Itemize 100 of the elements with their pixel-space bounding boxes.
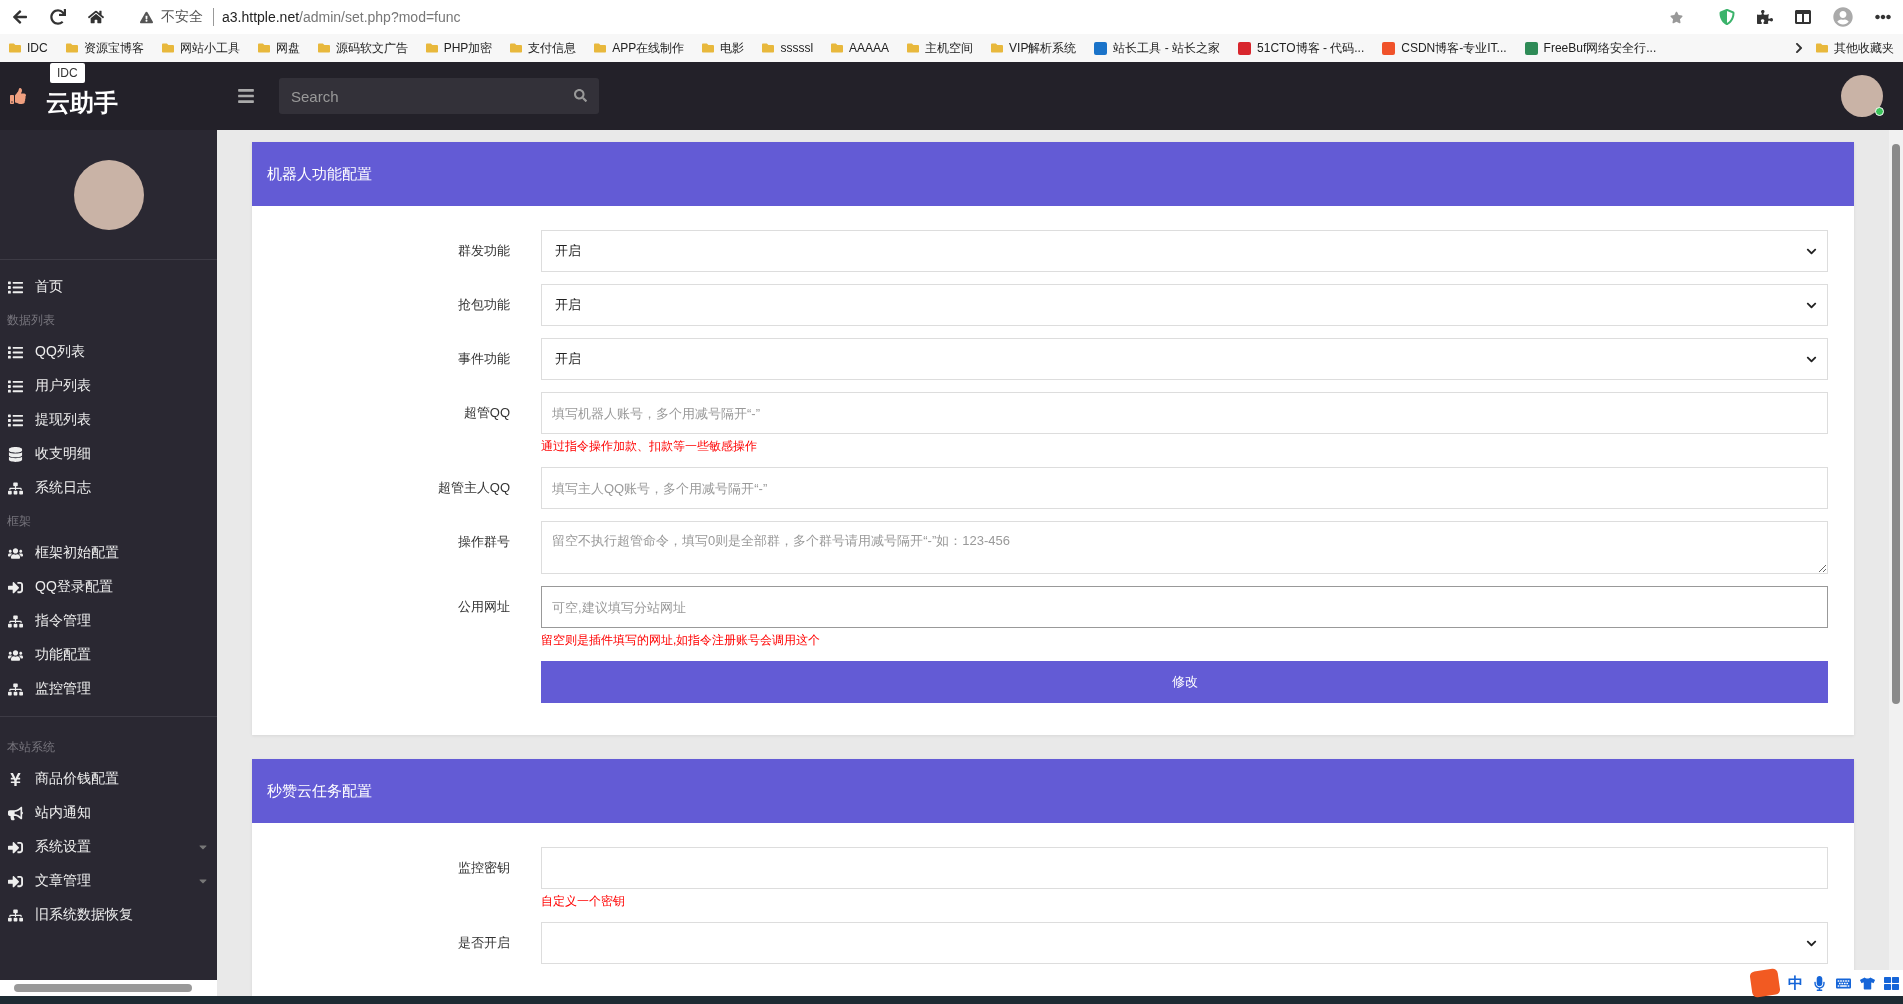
sidebar-item[interactable]: 商品价钱配置 bbox=[0, 762, 217, 796]
select-field[interactable]: 开启 bbox=[541, 230, 1828, 272]
sidebar-item[interactable]: 旧系统数据恢复 bbox=[0, 898, 217, 932]
sidebar-item[interactable]: 框架初始配置 bbox=[0, 536, 217, 570]
scrollbar[interactable] bbox=[1892, 144, 1900, 704]
bookmark[interactable]: IDC bbox=[2, 38, 55, 58]
folder-icon bbox=[257, 42, 270, 54]
chevron-icon[interactable] bbox=[1793, 42, 1805, 54]
shield-icon[interactable] bbox=[1719, 9, 1735, 25]
hint-text: 自定义一个密钥 bbox=[541, 893, 626, 910]
bookmark[interactable]: 支付信息 bbox=[503, 36, 584, 60]
field-label: 超管主人QQ bbox=[436, 479, 510, 497]
bookmark[interactable]: FreeBuf网络安全行... bbox=[1517, 36, 1664, 60]
folder-icon bbox=[991, 42, 1004, 54]
field-label: 监控密钥 bbox=[457, 859, 510, 877]
sidebar-item[interactable]: 首页 bbox=[0, 270, 217, 304]
list-icon bbox=[8, 279, 23, 295]
database-icon bbox=[8, 446, 23, 462]
folder-icon bbox=[425, 42, 438, 54]
select-field[interactable]: 开启 bbox=[541, 284, 1828, 326]
sidebar-item[interactable]: 监控管理 bbox=[0, 672, 217, 706]
bookmark[interactable]: 主机空间 bbox=[900, 36, 981, 60]
submit-button[interactable]: 修改 bbox=[541, 661, 1828, 703]
sitemap-icon bbox=[8, 480, 23, 496]
folder-icon bbox=[831, 42, 844, 54]
folder-icon bbox=[9, 42, 21, 54]
section-title: 本站系统 bbox=[6, 739, 56, 756]
sidebar-item[interactable]: 提现列表 bbox=[0, 403, 217, 437]
folder-icon bbox=[1816, 42, 1828, 54]
bookmark[interactable]: APP在线制作 bbox=[587, 36, 692, 60]
back-icon[interactable] bbox=[12, 9, 28, 25]
input-field[interactable]: 可空,建议填写分站网址 bbox=[541, 586, 1828, 628]
bookmark[interactable]: 源码软文广告 bbox=[310, 36, 415, 60]
bookmark[interactable]: CSDN博客-专业IT... bbox=[1375, 36, 1514, 60]
hint-text: 通过指令操作加款、扣款等一些敏感操作 bbox=[541, 438, 758, 455]
list-icon bbox=[8, 378, 23, 394]
bookmark[interactable]: 51CTO博客 - 代码... bbox=[1231, 36, 1372, 60]
sign-in-icon bbox=[8, 579, 23, 595]
sidebar-item[interactable]: 功能配置 bbox=[0, 638, 217, 672]
bookmark[interactable]: 网站小工具 bbox=[154, 36, 247, 60]
folder-icon bbox=[317, 42, 330, 54]
hint-text: 留空则是插件填写的网址,如指令注册账号会调用这个 bbox=[541, 632, 822, 649]
section-title: 数据列表 bbox=[6, 312, 56, 329]
folder-icon bbox=[702, 42, 715, 54]
microphone-icon[interactable] bbox=[1812, 975, 1827, 991]
sidebar-item[interactable]: 系统日志 bbox=[0, 471, 217, 505]
logo-text: 云助手 bbox=[46, 88, 118, 118]
bookmark[interactable]: sssssl bbox=[755, 38, 821, 58]
users-icon bbox=[8, 545, 23, 561]
grid-icon[interactable] bbox=[1884, 975, 1899, 991]
warning-icon bbox=[140, 10, 153, 24]
field-label: 群发功能 bbox=[457, 242, 510, 260]
sidebar-item[interactable]: QQ登录配置 bbox=[0, 570, 217, 604]
sidebar-item[interactable]: 站内通知 bbox=[0, 796, 217, 830]
search-field[interactable]: Search bbox=[279, 78, 599, 114]
shirt-icon[interactable] bbox=[1860, 975, 1875, 991]
field-label: 超管QQ bbox=[462, 404, 510, 422]
bookmark[interactable]: PHP加密 bbox=[418, 36, 500, 60]
avatar[interactable] bbox=[1841, 75, 1883, 117]
sidebar-item[interactable]: 用户列表 bbox=[0, 369, 217, 403]
sign-in-icon bbox=[8, 873, 23, 889]
home-icon[interactable] bbox=[88, 9, 104, 25]
reload-icon[interactable] bbox=[50, 9, 66, 25]
megaphone-icon bbox=[8, 805, 23, 821]
bookmark[interactable]: 其他收藏夹 bbox=[1809, 36, 1901, 60]
yen-icon bbox=[8, 771, 23, 787]
scrollbar[interactable] bbox=[14, 984, 192, 992]
bookmark[interactable]: 电影 bbox=[695, 36, 752, 60]
bookmark[interactable]: 资源宝博客 bbox=[58, 36, 151, 60]
sidebar-item[interactable]: QQ列表 bbox=[0, 335, 217, 369]
security-label: 不安全 bbox=[161, 8, 214, 26]
folder-icon bbox=[510, 42, 523, 54]
ime-mode[interactable]: 中 bbox=[1788, 973, 1803, 993]
field-label: 操作群号 bbox=[457, 533, 510, 551]
bookmark[interactable]: VIP解析系统 bbox=[984, 36, 1084, 60]
select-field[interactable] bbox=[541, 922, 1828, 964]
thumbs-up-icon bbox=[10, 88, 26, 104]
puzzle-icon[interactable] bbox=[1757, 9, 1773, 25]
sidebar-item[interactable]: 文章管理 bbox=[0, 864, 217, 898]
sidebar-item[interactable]: 收支明细 bbox=[0, 437, 217, 471]
card-title: 机器人功能配置 bbox=[252, 142, 1854, 206]
select-field[interactable]: 开启 bbox=[541, 338, 1828, 380]
sitemap-icon bbox=[8, 907, 23, 923]
star-icon[interactable] bbox=[1670, 10, 1683, 24]
sidebar-item[interactable]: 系统设置 bbox=[0, 830, 217, 864]
sign-in-icon bbox=[8, 839, 23, 855]
bookmark[interactable]: 网盘 bbox=[250, 36, 307, 60]
sitemap-icon bbox=[8, 681, 23, 697]
bookmark[interactable]: AAAAA bbox=[824, 38, 897, 58]
split-screen-icon[interactable] bbox=[1795, 9, 1811, 25]
sidebar-item[interactable]: 指令管理 bbox=[0, 604, 217, 638]
field-label: 公用网址 bbox=[457, 598, 510, 616]
search-icon[interactable] bbox=[574, 89, 587, 102]
textarea-field[interactable]: 留空不执行超管命令，填写0则是全部群，多个群号请用减号隔开“-”如：123-456 bbox=[541, 521, 1828, 574]
folder-icon bbox=[161, 42, 174, 54]
sitemap-icon bbox=[8, 613, 23, 629]
bookmark[interactable]: 站长工具 - 站长之家 bbox=[1087, 36, 1228, 60]
folder-icon bbox=[907, 42, 920, 54]
folder-icon bbox=[65, 42, 78, 54]
field-label: 是否开启 bbox=[457, 934, 510, 952]
